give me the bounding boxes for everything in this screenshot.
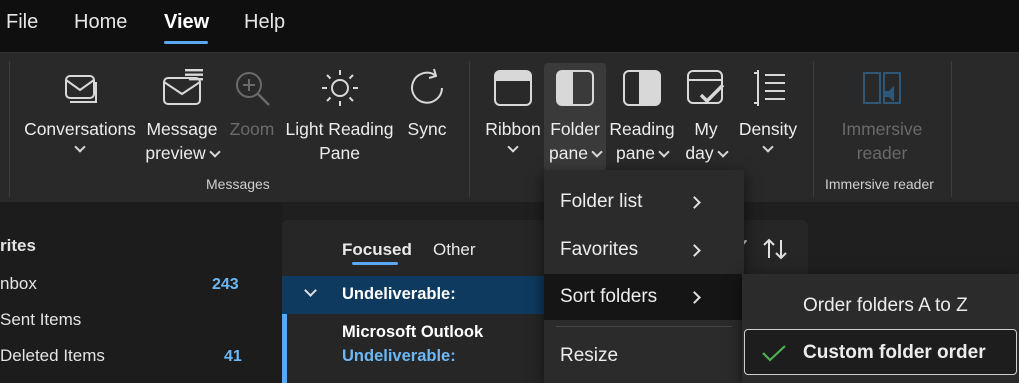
chevron-down-icon[interactable]	[304, 284, 317, 297]
immersive-reader-label-1: Immersive	[841, 119, 923, 139]
my-day-button[interactable]: My day	[680, 65, 732, 165]
light-reading-pane-button[interactable]: Light Reading Pane	[282, 65, 397, 165]
ribbon-divider	[469, 61, 470, 197]
menu-item-order-a-to-z[interactable]: Order folders A to Z	[742, 283, 1019, 329]
folder-pane-button[interactable]: Folder pane	[544, 63, 606, 171]
ribbon-divider	[951, 61, 952, 197]
chevron-right-icon	[688, 291, 701, 304]
reading-pane-label-1: Reading	[609, 119, 675, 139]
menu-item-label: Custom folder order	[803, 342, 986, 363]
message-sender: Microsoft Outlook	[342, 323, 484, 341]
conversations-label: Conversations	[24, 119, 136, 139]
immersive-reader-icon	[863, 72, 901, 104]
tab-help[interactable]: Help	[244, 11, 285, 34]
my-day-label-2: day	[685, 143, 714, 163]
chevron-down-icon	[762, 141, 774, 153]
menu-item-label: Sort folders	[560, 286, 658, 307]
group-label: Undeliverable:	[342, 285, 456, 303]
sync-icon	[411, 68, 443, 104]
menu-item-resize[interactable]: Resize	[544, 333, 744, 379]
ribbon-layout-label: Ribbon	[485, 119, 541, 139]
zoom-icon	[236, 72, 270, 106]
message-preview-label-1: Message	[146, 119, 218, 139]
reading-pane-label-2: pane	[616, 143, 655, 163]
inbox-unread-count: 243	[212, 276, 239, 293]
chevron-down-icon	[208, 146, 221, 158]
messages-group-label: Messages	[206, 176, 270, 192]
menu-item-custom-folder-order[interactable]: Custom folder order	[744, 329, 1017, 375]
tab-focused[interactable]: Focused	[342, 240, 412, 260]
ribbon-layout-icon	[494, 70, 532, 106]
menu-item-label: Order folders A to Z	[803, 295, 968, 316]
tab-home[interactable]: Home	[74, 11, 127, 34]
zoom-button[interactable]: Zoom	[226, 65, 278, 141]
chevron-right-icon	[688, 196, 701, 209]
my-day-icon	[687, 70, 725, 104]
chevron-down-icon	[591, 146, 603, 158]
menu-item-label: Folder list	[560, 191, 643, 212]
selected-indicator	[282, 314, 287, 383]
message-preview-button[interactable]: Message preview	[142, 65, 222, 165]
density-label: Density	[738, 119, 798, 139]
message-preview-icon	[163, 69, 203, 105]
immersive-group-label: Immersive reader	[825, 176, 934, 192]
reading-pane-icon	[623, 70, 661, 106]
favorites-header[interactable]: rites	[0, 236, 36, 256]
my-day-label-1: My	[694, 119, 718, 139]
deleted-items-count: 41	[224, 348, 242, 365]
immersive-reader-button[interactable]: Immersive reader	[824, 65, 940, 165]
density-button[interactable]: Density	[736, 65, 800, 153]
folder-inbox[interactable]: nbox	[0, 274, 37, 294]
zoom-label: Zoom	[229, 119, 275, 139]
conversations-button[interactable]: Conversations	[22, 65, 138, 153]
folder-pane-label-2: pane	[549, 143, 588, 163]
ribbon-layout-button[interactable]: Ribbon	[482, 65, 544, 153]
folder-pane: rites nbox 243 Sent Items Deleted Items …	[0, 202, 282, 383]
sync-button[interactable]: Sync	[401, 65, 453, 141]
checkmark-icon	[762, 345, 786, 362]
sort-icon[interactable]	[762, 237, 788, 261]
tab-file[interactable]: File	[6, 11, 38, 34]
light-reading-pane-label-2: Pane	[319, 143, 360, 163]
light-reading-pane-label-1: Light Reading	[285, 119, 394, 139]
chevron-right-icon	[688, 244, 701, 257]
tab-view[interactable]: View	[164, 11, 209, 34]
tab-other[interactable]: Other	[433, 240, 476, 260]
menu-item-favorites[interactable]: Favorites	[544, 227, 744, 273]
active-tab-indicator	[164, 41, 208, 44]
sync-label: Sync	[407, 119, 447, 139]
chevron-down-icon	[507, 141, 519, 153]
folder-pane-icon	[556, 70, 594, 106]
folder-sent-items[interactable]: Sent Items	[0, 310, 81, 330]
folder-pane-label-1: Folder	[550, 119, 600, 139]
menu-item-label: Resize	[560, 345, 619, 366]
reading-pane-button[interactable]: Reading pane	[608, 65, 676, 165]
chevron-down-icon	[716, 146, 729, 158]
ribbon-divider	[813, 61, 814, 197]
menu-item-folder-list[interactable]: Folder list	[544, 179, 744, 225]
ribbon-divider	[9, 61, 10, 197]
message-preview-label-2: preview	[145, 143, 206, 163]
density-icon	[754, 70, 785, 106]
menu-item-sort-folders[interactable]: Sort folders	[544, 274, 744, 320]
immersive-reader-label-2: reader	[856, 143, 908, 163]
chevron-down-icon	[74, 141, 86, 153]
message-subject: Undeliverable:	[342, 347, 456, 365]
conversations-icon	[65, 75, 97, 103]
menu-item-label: Favorites	[560, 239, 639, 260]
menu-divider	[556, 326, 732, 327]
folder-deleted-items[interactable]: Deleted Items	[0, 346, 105, 366]
chevron-down-icon	[658, 146, 670, 158]
ribbon: Conversations Message preview Zoom Light…	[0, 52, 1019, 202]
folder-pane-menu: Folder list Favorites Sort folders Resiz…	[544, 170, 744, 383]
sort-folders-submenu: Order folders A to Z Custom folder order	[742, 274, 1019, 383]
menu-bar: File Home View Help	[0, 0, 1019, 52]
focused-tab-indicator	[352, 262, 398, 265]
sun-icon	[321, 70, 358, 106]
